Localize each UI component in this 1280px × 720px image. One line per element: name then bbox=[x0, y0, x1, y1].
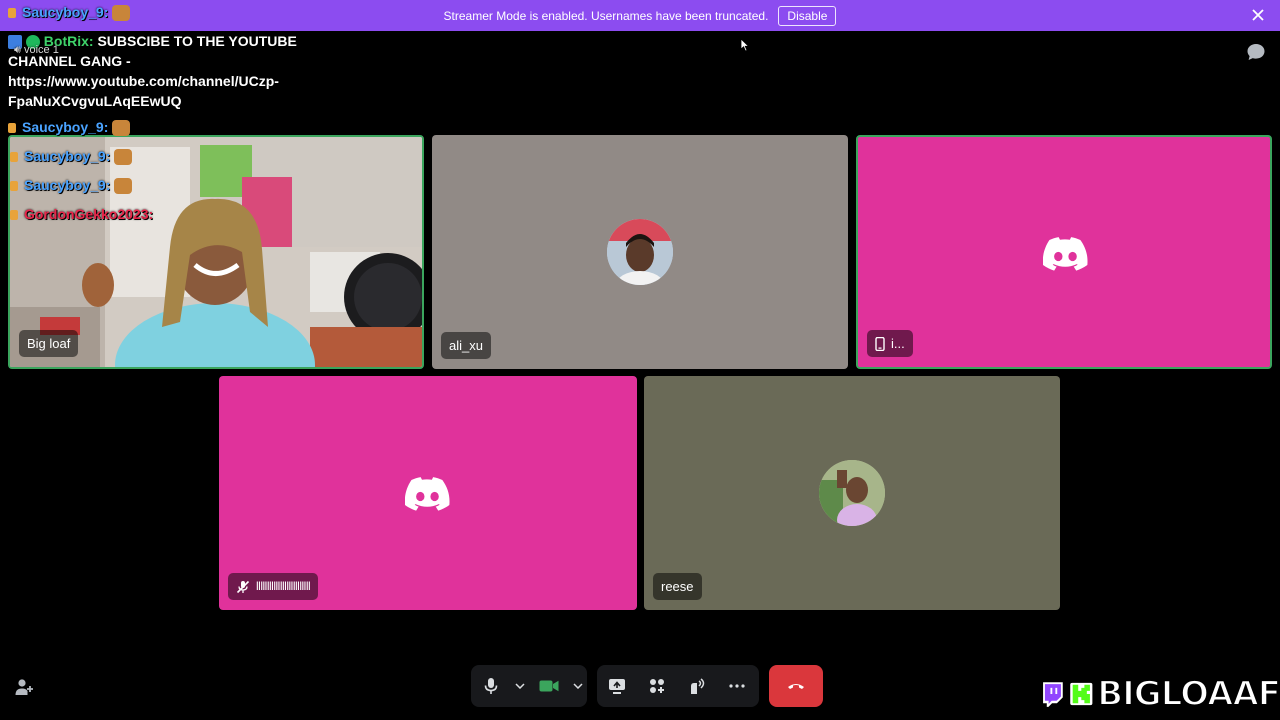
chat-line: GordonGekko2023: bbox=[10, 206, 153, 222]
invite-user-icon[interactable] bbox=[14, 677, 34, 697]
discord-icon bbox=[1043, 237, 1088, 271]
chat-line: Saucyboy_9: bbox=[8, 4, 318, 22]
participant-name: ali_xu bbox=[449, 338, 483, 353]
soundboard-button[interactable] bbox=[677, 665, 717, 707]
participant-tile-ali-xu[interactable]: ali_xu bbox=[432, 135, 848, 369]
participant-tile-muted-user[interactable]: lllllllllllllllllllllllll bbox=[219, 376, 637, 610]
chevron-down-icon bbox=[515, 683, 525, 689]
sub-badge-icon bbox=[10, 181, 18, 192]
emote-icon bbox=[112, 5, 131, 22]
emote-icon bbox=[112, 120, 131, 137]
participant-tile-big-loaf[interactable]: Big loaf bbox=[8, 135, 424, 369]
sub-badge-icon bbox=[8, 8, 16, 19]
emote-icon bbox=[114, 178, 133, 195]
disconnect-button[interactable] bbox=[769, 665, 823, 707]
streamer-logo: BIGLOAAF bbox=[1040, 668, 1280, 720]
activities-button[interactable] bbox=[637, 665, 677, 707]
voice-channel-name: voice 1 bbox=[24, 44, 59, 56]
chevron-down-icon bbox=[573, 683, 583, 689]
bot-message: BotRix: SUBSCIBE TO THE YOUTUBE CHANNEL … bbox=[8, 31, 318, 111]
participant-name-label: ali_xu bbox=[441, 332, 491, 359]
soundboard-icon bbox=[691, 678, 705, 694]
call-actions-controls bbox=[597, 665, 759, 707]
participant-name: i... bbox=[891, 336, 905, 351]
sub-badge-icon bbox=[10, 152, 18, 163]
avatar bbox=[819, 460, 885, 526]
chat-icon[interactable] bbox=[1246, 42, 1266, 62]
chat-line: Saucyboy_9: bbox=[10, 177, 133, 195]
logo-text: BIGLOAAF bbox=[1096, 673, 1280, 715]
mobile-phone-icon bbox=[875, 336, 885, 351]
chat-username: GordonGekko2023: bbox=[24, 206, 154, 222]
stream-chat-overlay: Saucyboy_9: bbox=[8, 4, 318, 22]
voice-video-controls bbox=[471, 665, 587, 707]
participant-tile-reese[interactable]: reese bbox=[644, 376, 1060, 610]
hang-up-icon bbox=[788, 684, 804, 689]
participant-name-label: reese bbox=[653, 573, 702, 600]
disable-button[interactable]: Disable bbox=[778, 5, 837, 26]
video-camera-icon bbox=[539, 680, 559, 692]
twitch-icon bbox=[1041, 681, 1064, 709]
chat-username: Saucyboy_9: bbox=[22, 119, 109, 135]
speaker-icon: 🔊︎ bbox=[14, 44, 21, 56]
close-icon[interactable] bbox=[1250, 7, 1266, 23]
participant-name-label: Big loaf bbox=[19, 330, 79, 357]
camera-options-button[interactable] bbox=[569, 665, 587, 707]
chat-username: Saucyboy_9: bbox=[24, 148, 111, 164]
chat-text: FpaNuXCvgvuLAqEEwUQ bbox=[8, 93, 182, 109]
chat-text: SUBSCIBE TO THE YOUTUBE bbox=[97, 33, 297, 49]
banner-text: Streamer Mode is enabled. Usernames have… bbox=[443, 8, 769, 23]
participant-name: reese bbox=[661, 579, 694, 594]
discord-icon bbox=[405, 477, 450, 511]
sub-badge-icon bbox=[8, 123, 16, 134]
participant-name-label: lllllllllllllllllllllllll bbox=[228, 573, 319, 600]
mouse-cursor-icon bbox=[740, 38, 750, 52]
microphone-options-button[interactable] bbox=[511, 665, 529, 707]
chat-line: Saucyboy_9: bbox=[10, 148, 133, 166]
more-options-button[interactable] bbox=[717, 665, 757, 707]
participant-name-label: i... bbox=[867, 330, 913, 357]
avatar bbox=[607, 219, 673, 285]
camera-button[interactable] bbox=[529, 665, 569, 707]
participant-name: Big loaf bbox=[27, 336, 71, 351]
kick-icon bbox=[1068, 681, 1094, 707]
sub-badge-icon bbox=[10, 210, 18, 221]
screen-share-button[interactable] bbox=[597, 665, 637, 707]
voice-channel-label: 🔊︎ voice 1 bbox=[14, 44, 59, 57]
emote-icon bbox=[114, 149, 133, 166]
chat-username: Saucyboy_9: bbox=[22, 4, 109, 20]
participant-tile-i[interactable]: i... bbox=[856, 135, 1272, 369]
screen-share-icon bbox=[609, 678, 625, 694]
participant-name: lllllllllllllllllllllllll bbox=[256, 579, 311, 593]
more-dots-icon bbox=[729, 684, 745, 688]
chat-line: Saucyboy_9: bbox=[8, 119, 131, 137]
activities-icon bbox=[650, 679, 664, 693]
microphone-button[interactable] bbox=[471, 665, 511, 707]
microphone-icon bbox=[484, 678, 498, 694]
chat-text: https://www.youtube.com/channel/UCzp- bbox=[8, 73, 279, 89]
muted-mic-icon bbox=[236, 580, 250, 593]
chat-username: Saucyboy_9: bbox=[24, 177, 111, 193]
